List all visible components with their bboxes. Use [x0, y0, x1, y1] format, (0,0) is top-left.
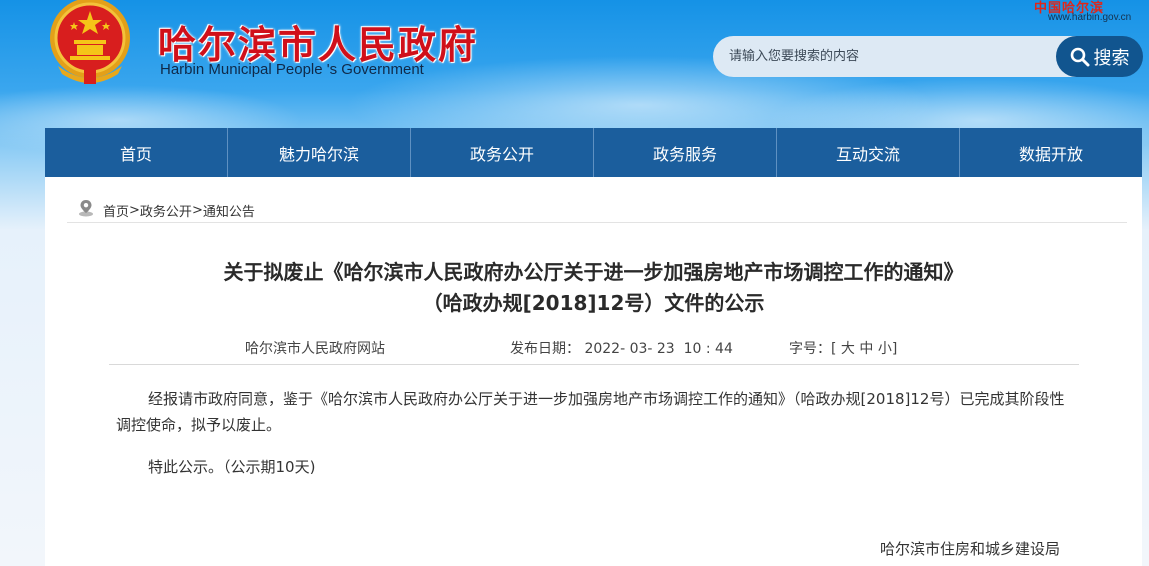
national-emblem-icon [44, 0, 136, 88]
article-title-line1: 关于拟废止《哈尔滨市人民政府办公厅关于进一步加强房地产市场调控工作的通知》 [223, 260, 964, 284]
search-button-label: 搜索 [1093, 47, 1130, 69]
nav-item-home[interactable]: 首页 [45, 128, 228, 177]
site-domain: www.harbin.gov.cn [1048, 12, 1132, 23]
breadcrumb-separator: > [129, 202, 140, 218]
nav-item-charm-harbin[interactable]: 魅力哈尔滨 [228, 128, 411, 177]
divider [67, 222, 1127, 223]
breadcrumb-notices[interactable]: 通知公告 [203, 201, 255, 220]
article-source: 哈尔滨市人民政府网站 [245, 341, 385, 357]
font-size-medium[interactable]: 中 [859, 341, 873, 357]
article-paragraph: 经报请市政府同意，鉴于《哈尔滨市人民政府办公厅关于进一步加强房地产市场调控工作的… [116, 390, 1065, 434]
article-signature: 哈尔滨市住房和城乡建设局 [880, 540, 1061, 558]
search-button[interactable]: 搜索 [1056, 36, 1143, 77]
bracket: [ [831, 341, 837, 357]
bracket: ] [891, 341, 898, 357]
search-icon [1070, 47, 1090, 67]
search-input[interactable] [713, 36, 1043, 77]
breadcrumb-home[interactable]: 首页 [103, 201, 129, 220]
publish-date-value: 2022- 03- 23 10 : 44 [584, 341, 733, 357]
publish-date-label: 发布日期： [510, 341, 580, 357]
font-size-large[interactable]: 大 [841, 341, 855, 357]
main-nav: 首页 魅力哈尔滨 政务公开 政务服务 互动交流 数据开放 [45, 128, 1142, 177]
article-paragraph: 特此公示。（公示期10天) [148, 458, 316, 476]
font-size-selector: 字号：[ 大 中 小] [789, 338, 897, 358]
font-size-small[interactable]: 小 [878, 341, 892, 357]
article-title-line2: （哈政办规[2018]12号）文件的公示 [422, 291, 765, 315]
nav-item-government-affairs-open[interactable]: 政务公开 [411, 128, 594, 177]
breadcrumb: 首页 > 政务公开 > 通知公告 [78, 199, 255, 221]
location-pin-icon [78, 199, 94, 221]
publish-date: 发布日期： 2022- 03- 23 10 : 44 [510, 338, 733, 358]
nav-item-interaction[interactable]: 互动交流 [777, 128, 960, 177]
article-title: 关于拟废止《哈尔滨市人民政府办公厅关于进一步加强房地产市场调控工作的通知》 （哈… [45, 257, 1142, 319]
nav-item-government-services[interactable]: 政务服务 [594, 128, 777, 177]
content-panel: 首页 > 政务公开 > 通知公告 关于拟废止《哈尔滨市人民政府办公厅关于进一步加… [45, 177, 1142, 566]
search-box: 搜索 [713, 36, 1143, 77]
breadcrumb-separator: > [191, 202, 203, 218]
nav-item-open-data[interactable]: 数据开放 [960, 128, 1142, 177]
breadcrumb-government-affairs-open[interactable]: 政务公开 [140, 201, 192, 220]
font-size-label: 字号： [789, 341, 831, 357]
divider [109, 364, 1079, 365]
site-subtitle: Harbin Municipal People 's Government [160, 61, 424, 78]
